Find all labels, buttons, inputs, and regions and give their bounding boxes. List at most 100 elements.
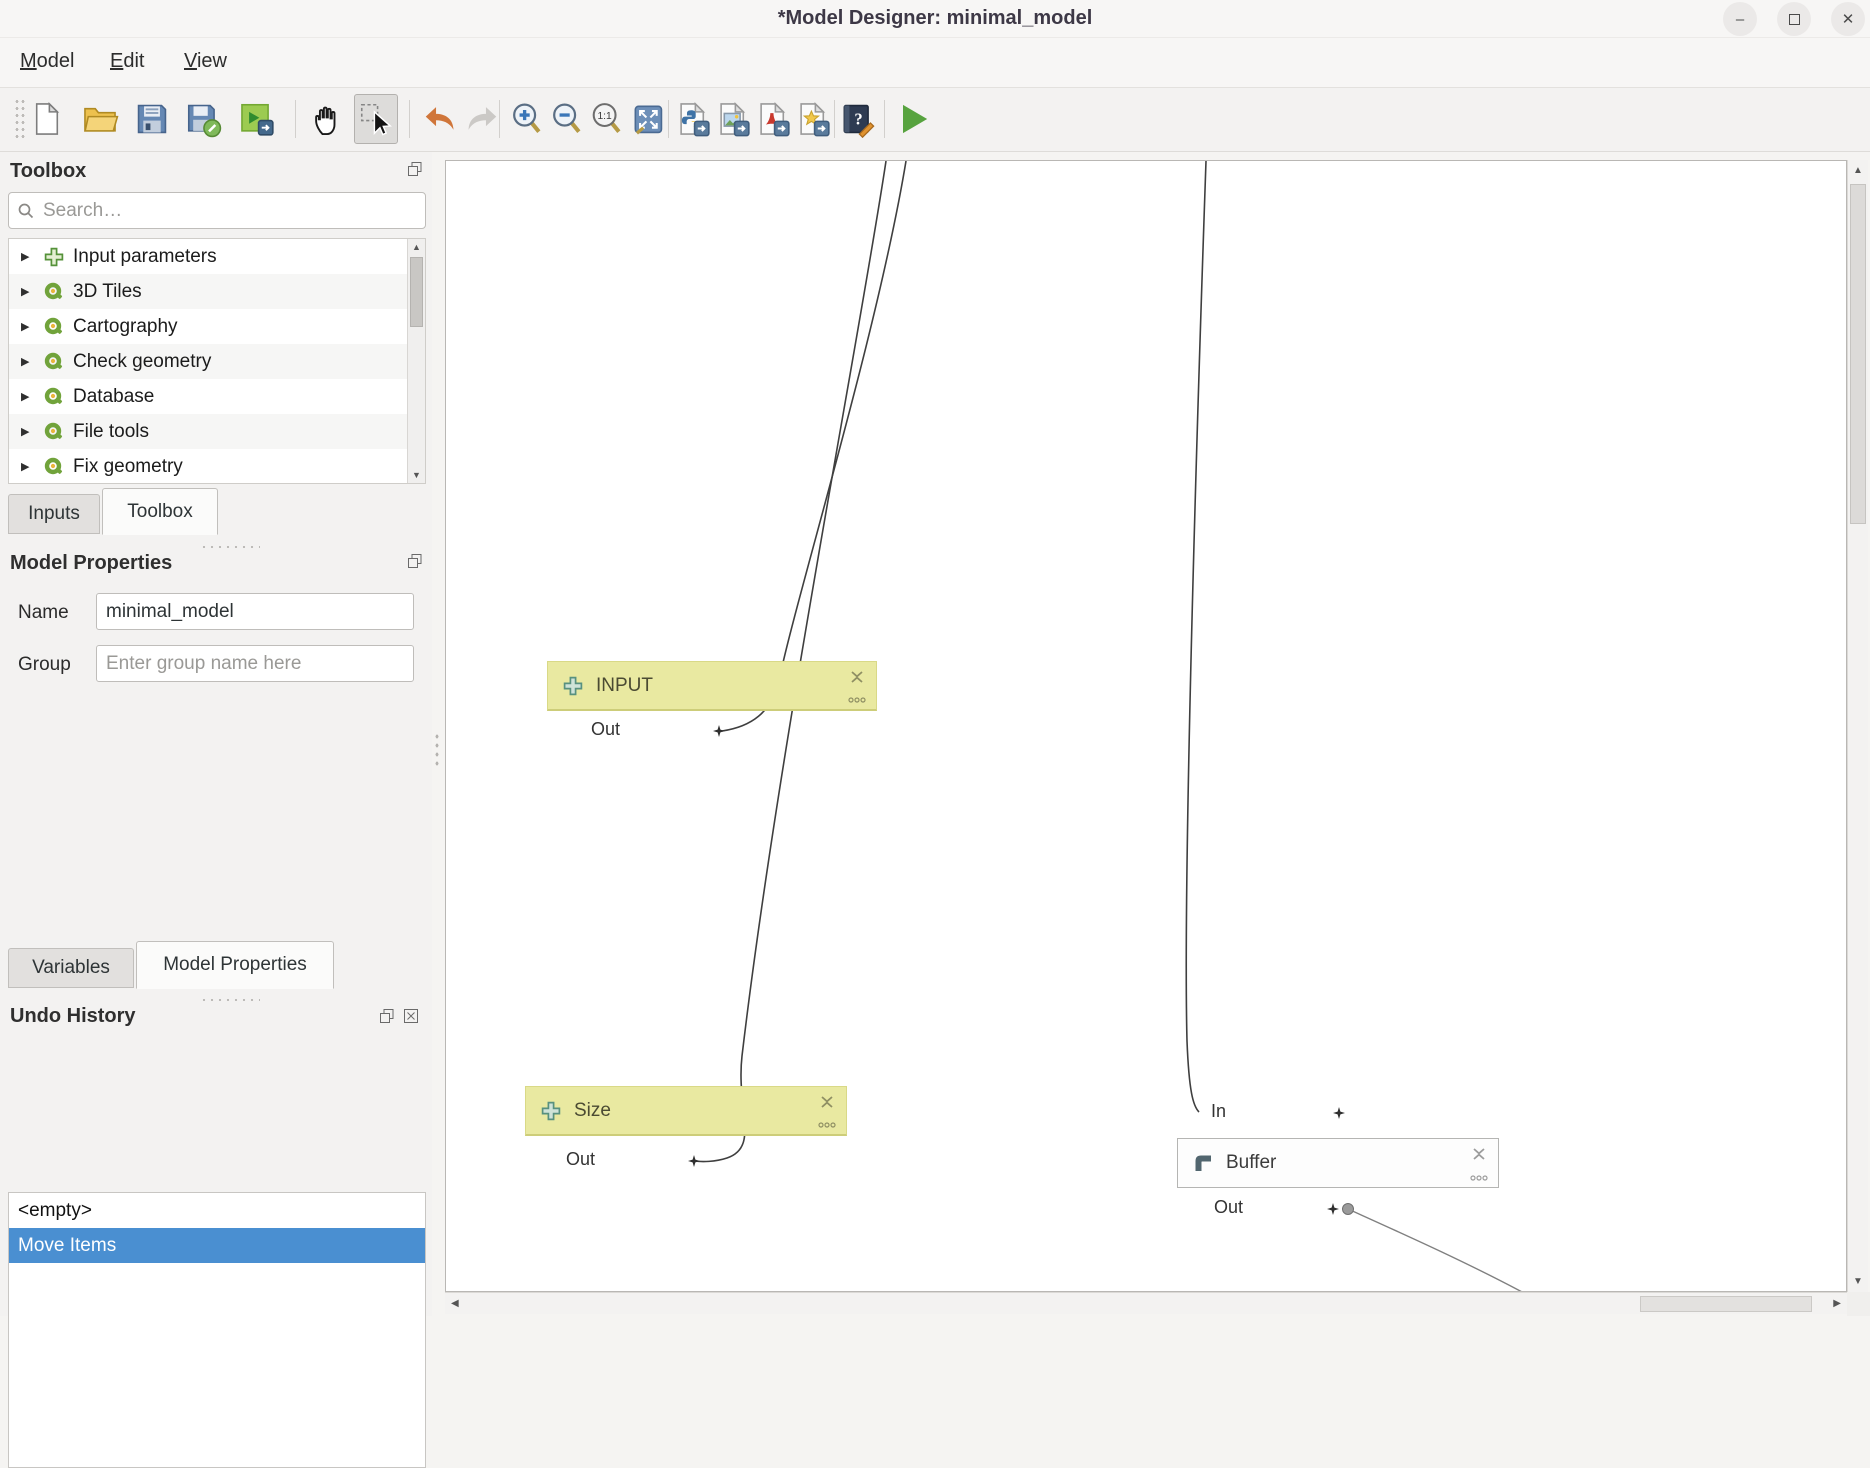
tree-item-cartography[interactable]: ▶ Cartography xyxy=(9,309,425,344)
comment-dots-icon[interactable] xyxy=(848,696,866,704)
canvas-vertical-scrollbar[interactable]: ▲ ▼ xyxy=(1847,160,1868,1292)
input-out-socket[interactable] xyxy=(713,725,725,737)
dock-resize-handle[interactable] xyxy=(434,732,440,766)
export-as-image-button[interactable] xyxy=(711,94,755,144)
splitter-handle[interactable] xyxy=(200,544,260,550)
maximize-button[interactable] xyxy=(1777,2,1811,36)
help-book-icon: ? xyxy=(838,100,876,138)
scroll-right-icon[interactable]: ▶ xyxy=(1833,1298,1841,1309)
buffer-out-socket[interactable] xyxy=(1327,1203,1339,1215)
undo-button[interactable] xyxy=(418,94,462,144)
tree-item-fix-geometry[interactable]: ▶ Fix geometry xyxy=(9,449,425,484)
undo-item-move-items[interactable]: Move Items xyxy=(9,1228,425,1263)
menu-model[interactable]: Model xyxy=(14,47,80,76)
export-as-python-button[interactable] xyxy=(671,94,715,144)
qgis-logo-icon xyxy=(43,421,73,443)
splitter-handle[interactable] xyxy=(200,997,260,1003)
close-panel-icon[interactable] xyxy=(402,1007,420,1025)
buffer-out-connector-dot[interactable] xyxy=(1342,1203,1354,1215)
tree-item-file-tools[interactable]: ▶ File tools xyxy=(9,414,425,449)
tree-item-check-geometry[interactable]: ▶ Check geometry xyxy=(9,344,425,379)
tab-inputs[interactable]: Inputs xyxy=(8,494,100,534)
zoom-in-button[interactable] xyxy=(505,94,549,144)
model-group-field[interactable] xyxy=(96,645,414,682)
redo-button[interactable] xyxy=(460,94,504,144)
scroll-up-icon[interactable]: ▲ xyxy=(412,242,421,252)
zoom-out-button[interactable] xyxy=(545,94,589,144)
scroll-up-icon[interactable]: ▲ xyxy=(1853,165,1863,176)
export-python-icon xyxy=(674,100,712,138)
collapse-icon[interactable] xyxy=(818,1094,836,1110)
export-as-pdf-button[interactable] xyxy=(751,94,795,144)
new-model-button[interactable] xyxy=(25,94,69,144)
model-canvas[interactable]: INPUT Out Size xyxy=(445,160,1847,1292)
size-out-socket[interactable] xyxy=(688,1155,700,1167)
scroll-down-icon[interactable]: ▼ xyxy=(412,470,421,480)
scroll-left-icon[interactable]: ◀ xyxy=(451,1298,459,1309)
tree-scrollbar-thumb[interactable] xyxy=(410,257,423,327)
node-input[interactable]: INPUT xyxy=(547,661,877,711)
node-buffer[interactable]: Buffer xyxy=(1177,1138,1499,1188)
model-name-field[interactable] xyxy=(96,593,414,630)
comment-dots-icon[interactable] xyxy=(818,1121,836,1129)
tab-variables[interactable]: Variables xyxy=(8,948,134,988)
pan-button[interactable] xyxy=(306,94,350,144)
menu-edit[interactable]: Edit xyxy=(104,47,150,76)
undo-history-list: <empty> Move Items xyxy=(8,1192,426,1468)
comment-dots-icon[interactable] xyxy=(1470,1174,1488,1182)
menu-view[interactable]: View xyxy=(178,47,233,76)
zoom-out-icon xyxy=(548,100,586,138)
float-panel-icon[interactable] xyxy=(406,160,424,178)
size-out-port-label: Out xyxy=(566,1149,595,1170)
group-label: Group xyxy=(18,654,71,676)
save-model-in-project-button[interactable] xyxy=(235,94,279,144)
zoom-actual-size-button[interactable]: 1:1 xyxy=(585,94,629,144)
save-model-button[interactable] xyxy=(130,94,174,144)
toolbar-separator xyxy=(668,100,669,138)
expander-icon[interactable]: ▶ xyxy=(21,320,43,333)
scroll-down-icon[interactable]: ▼ xyxy=(1853,1276,1863,1287)
canvas-horizontal-scrollbar[interactable]: ◀ ▶ xyxy=(445,1292,1847,1314)
toolbar: 1:1 xyxy=(0,88,1870,152)
minimize-button[interactable]: – xyxy=(1723,2,1757,36)
select-items-button[interactable] xyxy=(354,94,398,144)
tree-scrollbar[interactable]: ▲ ▼ xyxy=(407,239,425,483)
collapse-icon[interactable] xyxy=(848,669,866,685)
scrollbar-corner xyxy=(1847,1292,1870,1316)
undo-item-empty[interactable]: <empty> xyxy=(9,1193,425,1228)
save-model-as-button[interactable] xyxy=(181,94,225,144)
tab-model-properties[interactable]: Model Properties xyxy=(136,941,334,989)
expander-icon[interactable]: ▶ xyxy=(21,355,43,368)
tree-item-database[interactable]: ▶ Database xyxy=(9,379,425,414)
vertical-scrollbar-thumb[interactable] xyxy=(1850,184,1866,524)
expander-icon[interactable]: ▶ xyxy=(21,425,43,438)
collapse-icon[interactable] xyxy=(1470,1146,1488,1162)
edit-model-help-button[interactable]: ? xyxy=(835,94,879,144)
buffer-in-port-label: In xyxy=(1211,1101,1226,1122)
tree-item-3d-tiles[interactable]: ▶ 3D Tiles xyxy=(9,274,425,309)
pan-hand-icon xyxy=(309,100,347,138)
search-input[interactable] xyxy=(43,200,425,222)
expander-icon[interactable]: ▶ xyxy=(21,460,43,473)
close-button[interactable]: ✕ xyxy=(1831,2,1865,36)
float-panel-icon[interactable] xyxy=(378,1007,396,1025)
float-panel-icon[interactable] xyxy=(406,552,424,570)
qgis-logo-icon xyxy=(43,281,73,303)
toolbar-separator xyxy=(409,100,410,138)
edge-from-buffer-out xyxy=(1348,1209,1524,1292)
expander-icon[interactable]: ▶ xyxy=(21,250,43,263)
open-model-button[interactable] xyxy=(78,94,122,144)
tree-item-input-parameters[interactable]: ▶ Input parameters xyxy=(9,239,425,274)
export-as-svg-button[interactable] xyxy=(791,94,835,144)
node-size[interactable]: Size xyxy=(525,1086,847,1136)
zoom-full-button[interactable] xyxy=(626,94,670,144)
node-label: Buffer xyxy=(1226,1152,1276,1174)
parameter-icon xyxy=(540,1100,562,1122)
tab-toolbox[interactable]: Toolbox xyxy=(102,488,218,535)
horizontal-scrollbar-thumb[interactable] xyxy=(1640,1296,1812,1312)
expander-icon[interactable]: ▶ xyxy=(21,390,43,403)
buffer-in-socket[interactable] xyxy=(1333,1107,1345,1119)
expander-icon[interactable]: ▶ xyxy=(21,285,43,298)
run-model-button[interactable] xyxy=(891,94,935,144)
search-icon xyxy=(17,202,35,220)
